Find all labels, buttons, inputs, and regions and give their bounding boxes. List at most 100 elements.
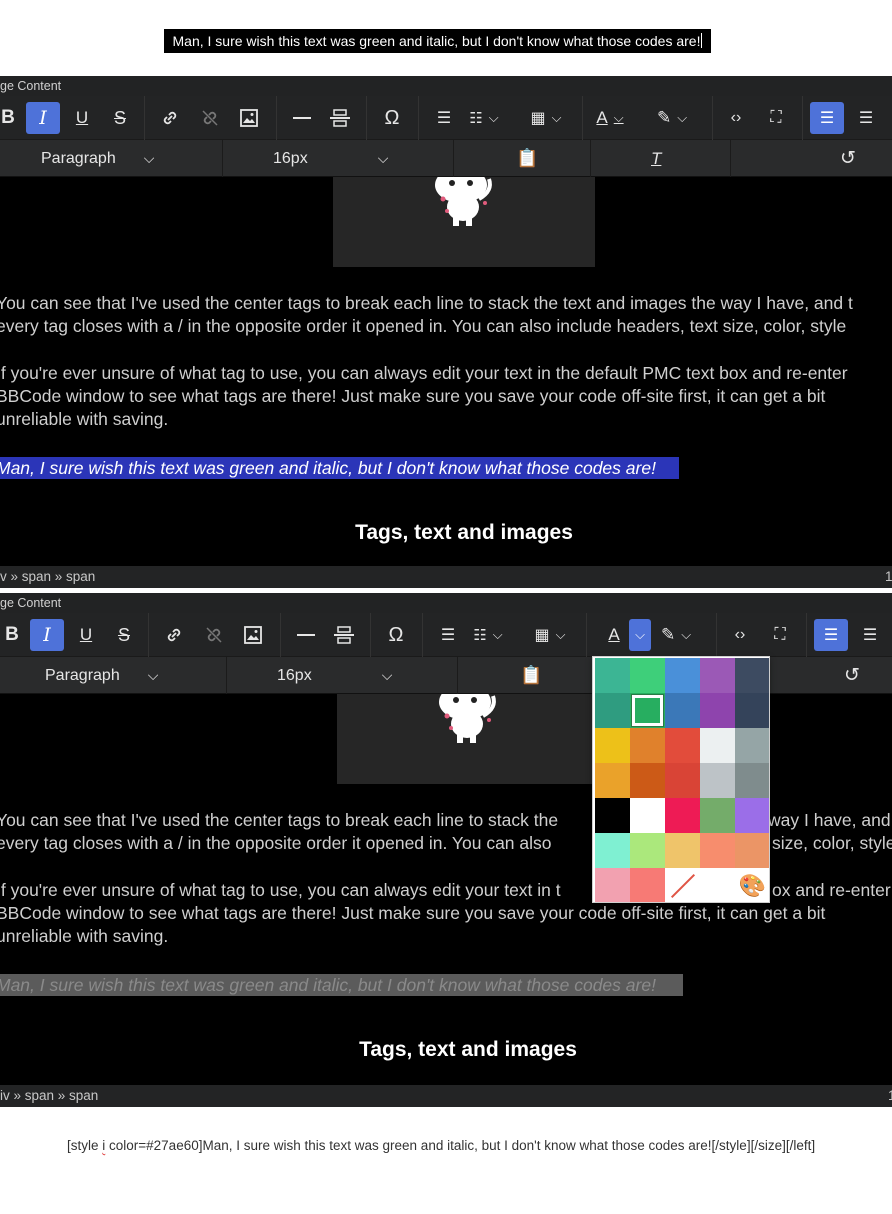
numbered-list-icon[interactable]: ☷ ⌵	[472, 619, 504, 651]
color-swatch[interactable]	[630, 693, 665, 728]
highlight-icon[interactable]: ✎ ⌵	[656, 102, 688, 134]
clear-format-icon[interactable]: T	[651, 140, 661, 177]
link-icon[interactable]	[158, 619, 190, 651]
image-icon[interactable]	[233, 102, 265, 134]
color-swatch[interactable]	[630, 798, 665, 833]
block-format-select[interactable]: Paragraph ⌵	[41, 140, 154, 177]
selected-text[interactable]: Man, I sure wish this text was green and…	[0, 974, 683, 996]
color-swatch[interactable]	[630, 763, 665, 798]
fullscreen-icon[interactable]: ⛶	[760, 102, 792, 134]
special-char-icon[interactable]: Ω	[380, 619, 412, 651]
highlight-icon[interactable]: ✎ ⌵	[660, 619, 692, 651]
link-icon[interactable]	[154, 102, 186, 134]
history-icon[interactable]: ↺	[844, 657, 860, 694]
color-swatch[interactable]	[700, 833, 735, 868]
color-swatch[interactable]	[735, 693, 769, 728]
paragraph-line: You can see that I've used the center ta…	[0, 293, 853, 313]
chevron-down-icon: ⌵	[147, 667, 159, 683]
color-swatch[interactable]	[735, 658, 769, 693]
font-size-select[interactable]: 16px ⌵	[273, 140, 388, 177]
color-swatch[interactable]	[595, 798, 630, 833]
color-swatch[interactable]	[700, 693, 735, 728]
color-swatch[interactable]	[665, 658, 700, 693]
align-center-icon[interactable]: ☰	[854, 619, 886, 651]
chevron-down-icon[interactable]: ⌵	[556, 627, 566, 643]
color-swatch[interactable]	[665, 798, 700, 833]
align-left-icon[interactable]: ☰	[810, 102, 844, 134]
color-swatch[interactable]	[595, 658, 630, 693]
font-size-select[interactable]: 16px ⌵	[277, 657, 392, 694]
strikethrough-icon[interactable]: S	[108, 619, 140, 651]
chevron-down-icon[interactable]: ⌵	[493, 627, 503, 643]
color-swatch[interactable]	[665, 728, 700, 763]
source-code-icon[interactable]: ‹›	[720, 102, 752, 134]
italic-icon[interactable]: I	[30, 619, 64, 651]
paste-text-icon[interactable]: 📋	[520, 657, 542, 694]
align-left-icon[interactable]: ☰	[814, 619, 848, 651]
chevron-down-icon[interactable]: ⌵	[489, 110, 499, 126]
color-swatch[interactable]	[630, 658, 665, 693]
align-center-icon[interactable]: ☰	[850, 102, 882, 134]
format-bar: Paragraph ⌵ 16px ⌵ 📋 T ↺	[0, 140, 892, 177]
bold-icon[interactable]: B	[0, 102, 24, 134]
table-icon[interactable]: ▦ ⌵	[530, 102, 562, 134]
color-swatch[interactable]	[700, 728, 735, 763]
color-swatch[interactable]	[595, 868, 630, 902]
strikethrough-icon[interactable]: S	[104, 102, 136, 134]
color-swatch[interactable]	[700, 658, 735, 693]
chevron-down-icon[interactable]: ⌵	[677, 110, 687, 126]
color-swatch[interactable]	[630, 868, 665, 902]
table-icon[interactable]: ▦ ⌵	[534, 619, 566, 651]
color-swatch[interactable]	[665, 763, 700, 798]
horizontal-rule-icon[interactable]	[290, 619, 322, 651]
editor-content[interactable]: You can see that I've used the center ta…	[0, 177, 892, 562]
color-swatch[interactable]	[595, 728, 630, 763]
underline-icon[interactable]: U	[66, 102, 98, 134]
color-swatch[interactable]	[735, 763, 769, 798]
history-icon[interactable]: ↺	[840, 140, 856, 177]
color-swatch[interactable]	[735, 833, 769, 868]
paste-text-icon[interactable]: 📋	[516, 140, 538, 177]
paragraph-line-tail: way I have, and	[768, 810, 891, 830]
fullscreen-icon[interactable]: ⛶	[764, 619, 796, 651]
bullet-list-icon[interactable]: ☰	[432, 619, 464, 651]
element-path[interactable]: v » span » span	[0, 569, 95, 584]
selected-text[interactable]: Man, I sure wish this text was green and…	[0, 457, 679, 479]
block-format-select[interactable]: Paragraph ⌵	[45, 657, 158, 694]
paragraph-line: If you're ever unsure of what tag to use…	[0, 880, 561, 900]
chevron-down-icon[interactable]: ⌵	[552, 110, 562, 126]
page-break-icon[interactable]	[324, 102, 356, 134]
unlink-icon[interactable]	[194, 102, 226, 134]
color-swatch[interactable]	[700, 798, 735, 833]
italic-icon[interactable]: I	[26, 102, 60, 134]
color-swatch[interactable]	[595, 693, 630, 728]
color-swatch[interactable]	[595, 763, 630, 798]
text-color-icon[interactable]: A ⌵	[594, 102, 626, 134]
numbered-list-icon[interactable]: ☷ ⌵	[468, 102, 500, 134]
unlink-icon[interactable]	[198, 619, 230, 651]
color-swatch[interactable]	[735, 798, 769, 833]
element-path[interactable]: iv » span » span	[0, 1088, 98, 1103]
bold-icon[interactable]: B	[0, 619, 28, 651]
chevron-down-icon[interactable]: ⌵	[614, 110, 624, 126]
color-swatch[interactable]	[735, 728, 769, 763]
remove-color-icon[interactable]	[665, 868, 700, 902]
special-char-icon[interactable]: Ω	[376, 102, 408, 134]
color-swatch[interactable]	[595, 833, 630, 868]
text-color-dropdown-button[interactable]: ⌵	[629, 619, 651, 651]
page-break-icon[interactable]	[328, 619, 360, 651]
color-swatch[interactable]	[630, 833, 665, 868]
color-swatch[interactable]	[630, 728, 665, 763]
source-code-icon[interactable]: ‹›	[724, 619, 756, 651]
underline-icon[interactable]: U	[70, 619, 102, 651]
horizontal-rule-icon[interactable]	[286, 102, 318, 134]
color-swatch[interactable]	[700, 763, 735, 798]
text-color-icon[interactable]: A	[598, 619, 630, 651]
color-swatch[interactable]	[665, 693, 700, 728]
color-swatch[interactable]	[665, 833, 700, 868]
palette-icon[interactable]: 🎨	[735, 868, 769, 902]
editor-label: ge Content	[0, 593, 892, 613]
bullet-list-icon[interactable]: ☰	[428, 102, 460, 134]
chevron-down-icon[interactable]: ⌵	[681, 627, 691, 643]
image-icon[interactable]	[237, 619, 269, 651]
